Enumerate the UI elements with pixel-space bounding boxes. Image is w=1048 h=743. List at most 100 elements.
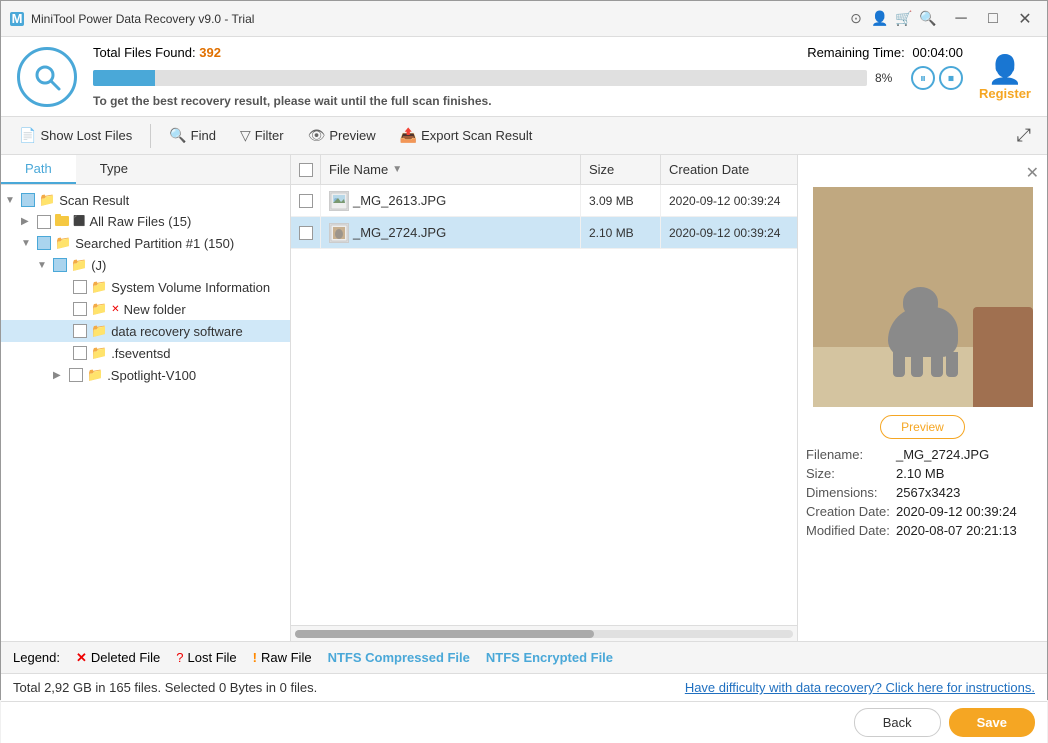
raw-marker-icon: ⬛ (73, 216, 85, 227)
tree-item-spotlight[interactable]: ▶ 📁 .Spotlight-V100 (1, 364, 290, 386)
progress-row: 8% ⏸ ⏹ (93, 66, 963, 90)
file-list-header: File Name ▼ Size Creation Date Modifi... (291, 155, 797, 185)
folder-icon: 📁 (39, 192, 55, 208)
title-bar: M MiniTool Power Data Recovery v9.0 - Tr… (1, 1, 1047, 37)
user-icon[interactable]: 👤 (869, 8, 891, 30)
preview-image (813, 187, 1033, 407)
file-size-1: 3.09 MB (581, 185, 661, 216)
back-button[interactable]: Back (854, 708, 941, 737)
tree-item-new-folder[interactable]: ▶ 📁 ✕ New folder (1, 298, 290, 320)
minimize-button[interactable]: ─ (947, 5, 975, 33)
tree-item-partition[interactable]: ▼ 📁 Searched Partition #1 (150) (1, 232, 290, 254)
file-name-2: _MG_2724.JPG (321, 217, 581, 248)
tree-check-nf[interactable] (73, 302, 87, 316)
bottom-buttons: Back Save (1, 701, 1047, 743)
expand-icon-part[interactable]: ▼ (21, 238, 33, 249)
left-panel: Path Type ▼ 📁 Scan Result ▶ ⬛ All Raw Fi… (1, 155, 291, 641)
app-icon: M (9, 11, 25, 27)
remaining-time-text: Remaining Time: 00:04:00 (807, 45, 963, 60)
export-scan-button[interactable]: 📤 Export Scan Result (390, 123, 543, 148)
legend-ntfs-encrypted: NTFS Encrypted File (486, 650, 613, 665)
tree-check-sv[interactable] (73, 280, 87, 294)
dog-leg2 (911, 349, 923, 377)
deleted-marker-icon: ✕ (111, 304, 119, 315)
file-name-1: _MG_2613.JPG (321, 185, 581, 216)
tree-item-all-raw[interactable]: ▶ ⬛ All Raw Files (15) (1, 211, 290, 232)
col-header-size[interactable]: Size (581, 155, 661, 184)
register-button[interactable]: 👤 Register (979, 53, 1031, 101)
svg-text:M: M (12, 11, 23, 26)
expand-icon-j[interactable]: ▼ (37, 260, 49, 271)
tree-check-j[interactable] (53, 258, 67, 272)
expand-icon-raw[interactable]: ▶ (21, 216, 33, 227)
info-row-size: Size: 2.10 MB (806, 466, 1039, 481)
cart-icon[interactable]: 🛒 (893, 8, 915, 30)
info-row-filename: Filename: _MG_2724.JPG (806, 447, 1039, 462)
col-header-creation[interactable]: Creation Date (661, 155, 797, 184)
expand-icon[interactable]: ▼ (5, 195, 17, 206)
file-row-2[interactable]: _MG_2724.JPG 2.10 MB 2020-09-12 00:39:24… (291, 217, 797, 249)
save-button[interactable]: Save (949, 708, 1035, 737)
help-icon[interactable]: ⊙ (845, 8, 867, 30)
folder-icon-j: 📁 (71, 257, 87, 273)
stop-button[interactable]: ⏹ (939, 66, 963, 90)
select-all-check[interactable] (299, 163, 313, 177)
tree-item-data-recovery[interactable]: ▶ 📁 data recovery software (1, 320, 290, 342)
folder-icon-fs: 📁 (91, 345, 107, 361)
filter-button[interactable]: ▽ Filter (230, 123, 294, 148)
tree-check-part[interactable] (37, 236, 51, 250)
tree-check-dr[interactable] (73, 324, 87, 338)
tree-item-scan-result[interactable]: ▼ 📁 Scan Result (1, 189, 290, 211)
find-icon: 🔍 (169, 127, 186, 144)
folder-icon-nf: 📁 (91, 301, 107, 317)
preview-toolbar-button[interactable]: 👁 Preview (298, 123, 386, 148)
scan-note: To get the best recovery result, please … (93, 94, 963, 108)
tab-path[interactable]: Path (1, 155, 76, 184)
dog-leg3 (931, 349, 943, 377)
tree-item-fseventsd[interactable]: ▶ 📁 .fseventsd (1, 342, 290, 364)
file-size-2: 2.10 MB (581, 217, 661, 248)
tree-check-fs[interactable] (73, 346, 87, 360)
status-bar: Total 2,92 GB in 165 files. Selected 0 B… (1, 673, 1047, 701)
file-check-1[interactable] (291, 185, 321, 216)
share-button[interactable]: ⤢ (1009, 121, 1039, 150)
tab-type[interactable]: Type (76, 155, 152, 184)
preview-close-button[interactable]: ✕ (1026, 163, 1039, 183)
folder-icon-part: 📁 (55, 235, 71, 251)
maximize-button[interactable]: □ (979, 5, 1007, 33)
tree-item-system-volume[interactable]: ▶ 📁 System Volume Information (1, 276, 290, 298)
search-icon[interactable]: 🔍 (917, 8, 939, 30)
tree-area: ▼ 📁 Scan Result ▶ ⬛ All Raw Files (15) ▼… (1, 185, 290, 641)
legend-bar: Legend: ✕ Deleted File ? Lost File ! Raw… (1, 641, 1047, 673)
register-icon: 👤 (988, 53, 1023, 86)
tree-check-scan[interactable] (21, 193, 35, 207)
expand-icon-sp[interactable]: ▶ (53, 370, 65, 381)
pause-button[interactable]: ⏸ (911, 66, 935, 90)
file-row-1[interactable]: _MG_2613.JPG 3.09 MB 2020-09-12 00:39:24… (291, 185, 797, 217)
scan-icon (17, 47, 77, 107)
col-header-name[interactable]: File Name ▼ (321, 155, 581, 184)
folder-icon-raw (55, 214, 69, 229)
file-check-2[interactable] (291, 217, 321, 248)
legend-raw: ! Raw File (253, 650, 312, 665)
export-icon: 📤 (400, 127, 417, 144)
legend-lost: ? Lost File (176, 650, 236, 665)
window-title: MiniTool Power Data Recovery v9.0 - Tria… (31, 12, 845, 26)
progress-percent: 8% (875, 71, 903, 85)
find-button[interactable]: 🔍 Find (159, 123, 226, 148)
preview-icon: 👁 (308, 127, 326, 144)
main-area: Path Type ▼ 📁 Scan Result ▶ ⬛ All Raw Fi… (1, 155, 1047, 641)
tree-check-sp[interactable] (69, 368, 83, 382)
header: Total Files Found: 392 Remaining Time: 0… (1, 37, 1047, 117)
dog-leg4 (946, 352, 958, 377)
tree-check-raw[interactable] (37, 215, 51, 229)
close-button[interactable]: ✕ (1011, 5, 1039, 33)
legend-ntfs-compressed: NTFS Compressed File (328, 650, 470, 665)
tree-item-j[interactable]: ▼ 📁 (J) (1, 254, 290, 276)
help-link[interactable]: Have difficulty with data recovery? Clic… (685, 680, 1035, 695)
info-row-dimensions: Dimensions: 2567x3423 (806, 485, 1039, 500)
info-row-creation: Creation Date: 2020-09-12 00:39:24 (806, 504, 1039, 519)
show-lost-files-button[interactable]: 📄 Show Lost Files (9, 123, 142, 148)
horizontal-scrollbar[interactable] (291, 625, 797, 641)
preview-action-button[interactable]: Preview (880, 415, 965, 439)
